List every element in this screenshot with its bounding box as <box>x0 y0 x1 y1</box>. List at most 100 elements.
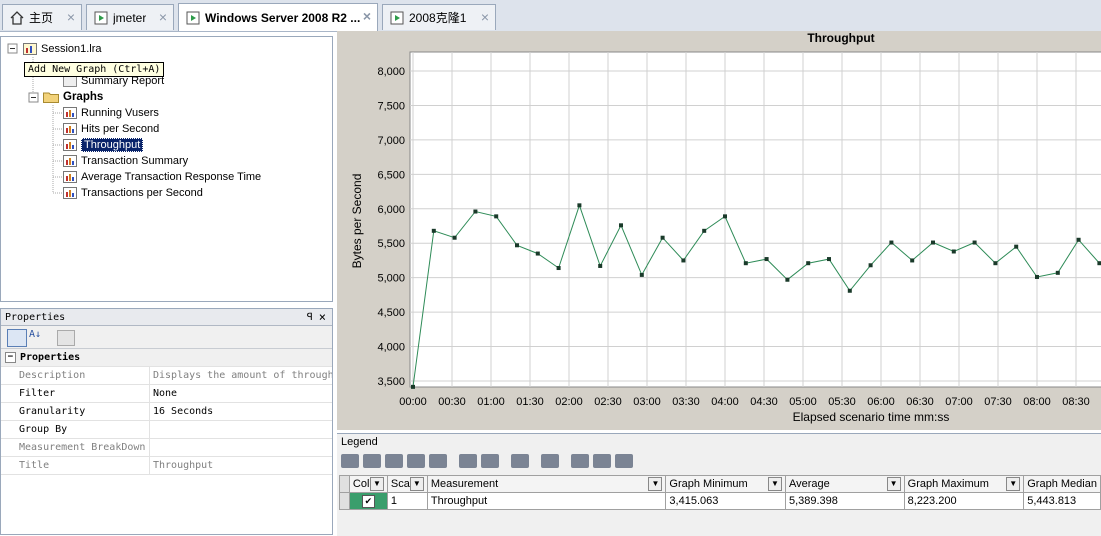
data-point[interactable] <box>785 277 790 282</box>
data-point[interactable] <box>452 235 457 240</box>
close-icon[interactable]: × <box>159 9 167 25</box>
tree-item-throughput[interactable]: Throughput <box>63 137 144 153</box>
collapse-icon[interactable]: − <box>5 352 16 363</box>
tree-item-transaction-summary[interactable]: Transaction Summary <box>63 153 188 169</box>
data-point[interactable] <box>556 266 561 271</box>
data-point[interactable] <box>1097 261 1101 266</box>
dropdown-icon[interactable]: ▼ <box>369 477 384 491</box>
data-point[interactable] <box>1076 237 1081 242</box>
tab-2008-clone[interactable]: 2008克隆1 × <box>382 4 496 30</box>
pin-icon[interactable]: ꟼ <box>307 312 313 323</box>
data-point[interactable] <box>723 214 727 219</box>
data-point[interactable] <box>660 235 665 240</box>
tree-graphs-folder[interactable]: Graphs <box>43 89 103 105</box>
close-icon[interactable]: × <box>481 9 489 25</box>
column-header-graph-maximum[interactable]: Graph Maximum ▼ <box>903 475 1025 493</box>
close-icon[interactable]: × <box>319 310 326 324</box>
legend-tool-icon[interactable] <box>407 454 425 468</box>
property-row-title[interactable]: Title Throughput <box>1 457 332 475</box>
column-header-scale[interactable]: Sca ▼ <box>386 475 428 493</box>
property-value <box>149 421 332 438</box>
data-point[interactable] <box>494 214 499 219</box>
property-value: None <box>149 385 332 402</box>
tree-item-avg-response-time[interactable]: Average Transaction Response Time <box>63 169 261 185</box>
legend-tool-icon[interactable] <box>571 454 589 468</box>
property-row-granularity[interactable]: Granularity 16 Seconds <box>1 403 332 421</box>
data-point[interactable] <box>993 261 998 266</box>
legend-row-throughput[interactable]: ✔ 1 Throughput 3,415.063 5,389.398 8,223… <box>339 492 1101 510</box>
dropdown-icon[interactable]: ▼ <box>648 477 663 491</box>
data-point[interactable] <box>681 258 686 263</box>
dropdown-icon[interactable]: ▼ <box>409 477 424 491</box>
data-point[interactable] <box>411 384 415 389</box>
data-point[interactable] <box>827 257 831 262</box>
dropdown-icon[interactable]: ▼ <box>886 477 901 491</box>
data-point[interactable] <box>1014 244 1019 249</box>
data-point[interactable] <box>931 240 935 245</box>
row-selector[interactable] <box>339 492 350 510</box>
data-point[interactable] <box>806 261 811 266</box>
data-point[interactable] <box>743 261 748 266</box>
data-point[interactable] <box>535 251 540 256</box>
property-pages-icon[interactable] <box>57 330 75 346</box>
tab-windows-server[interactable]: Windows Server 2008 R2 ... × <box>178 3 378 31</box>
property-row-measurement-breakdown[interactable]: Measurement BreakDown <box>1 439 332 457</box>
close-icon[interactable]: × <box>67 9 75 25</box>
throughput-chart: Throughput 3,500 4,000 4,500 5,000 5,500 6,00… <box>350 31 1101 424</box>
data-point[interactable] <box>577 203 582 208</box>
column-header-graph-median[interactable]: Graph Median <box>1023 475 1101 493</box>
property-row-filter[interactable]: Filter None <box>1 385 332 403</box>
legend-tool-icon[interactable] <box>593 454 611 468</box>
data-point[interactable] <box>868 263 873 268</box>
data-point[interactable] <box>951 249 956 254</box>
tab-jmeter[interactable]: jmeter × <box>86 4 174 30</box>
visible-checkbox[interactable]: ✔ <box>361 494 375 508</box>
color-cell[interactable]: ✔ <box>348 492 388 510</box>
data-point[interactable] <box>515 243 519 248</box>
column-header-col[interactable]: Col ▼ <box>348 475 388 493</box>
tab-home[interactable]: 主页 × <box>2 4 82 30</box>
tree-item-running-vusers[interactable]: Running Vusers <box>63 105 159 121</box>
legend-panel: Legend Col ▼ Sca ▼ Measurement ▼ Graph Mini… <box>337 433 1101 536</box>
categorized-view-icon[interactable] <box>7 329 27 347</box>
property-row-group-by[interactable]: Group By <box>1 421 332 439</box>
properties-section-header[interactable]: − Properties <box>1 349 332 367</box>
data-point[interactable] <box>1035 274 1039 279</box>
close-icon[interactable]: × <box>363 8 371 24</box>
data-point[interactable] <box>764 257 769 262</box>
plot-area[interactable] <box>409 51 1101 388</box>
property-name: Group By <box>19 424 68 435</box>
data-point[interactable] <box>473 209 478 214</box>
legend-tool-icon[interactable] <box>511 454 529 468</box>
data-point[interactable] <box>639 272 644 277</box>
property-name: Description <box>19 370 86 381</box>
data-point[interactable] <box>598 263 603 268</box>
legend-tool-icon[interactable] <box>459 454 477 468</box>
column-header-graph-minimum[interactable]: Graph Minimum ▼ <box>665 475 786 493</box>
data-point[interactable] <box>910 258 915 263</box>
play-doc-icon <box>389 10 405 26</box>
tree-item-hits-per-second[interactable]: Hits per Second <box>63 121 159 137</box>
data-point[interactable] <box>431 228 436 233</box>
filter-icon[interactable] <box>429 454 447 468</box>
data-point[interactable] <box>972 240 977 245</box>
data-point[interactable] <box>1055 270 1060 275</box>
dropdown-icon[interactable]: ▼ <box>767 477 782 491</box>
legend-tool-icon[interactable] <box>385 454 403 468</box>
data-point[interactable] <box>702 228 707 233</box>
data-point[interactable] <box>847 288 852 293</box>
tree-item-transactions-per-second[interactable]: Transactions per Second <box>63 185 203 201</box>
legend-tool-icon[interactable] <box>363 454 381 468</box>
legend-tool-icon[interactable] <box>481 454 499 468</box>
dropdown-icon[interactable]: ▼ <box>1006 477 1021 491</box>
legend-tool-icon[interactable] <box>541 454 559 468</box>
property-row-description[interactable]: Description Displays the amount of throu… <box>1 367 332 385</box>
alphabetical-sort-icon[interactable]: A↓ <box>29 329 47 345</box>
column-header-measurement[interactable]: Measurement ▼ <box>426 475 667 493</box>
data-point[interactable] <box>619 223 623 228</box>
legend-tool-icon[interactable] <box>615 454 633 468</box>
legend-tool-icon[interactable] <box>341 454 359 468</box>
tree-session[interactable]: Session1.lra <box>23 41 102 57</box>
data-point[interactable] <box>889 240 894 245</box>
column-header-average[interactable]: Average ▼ <box>784 475 905 493</box>
